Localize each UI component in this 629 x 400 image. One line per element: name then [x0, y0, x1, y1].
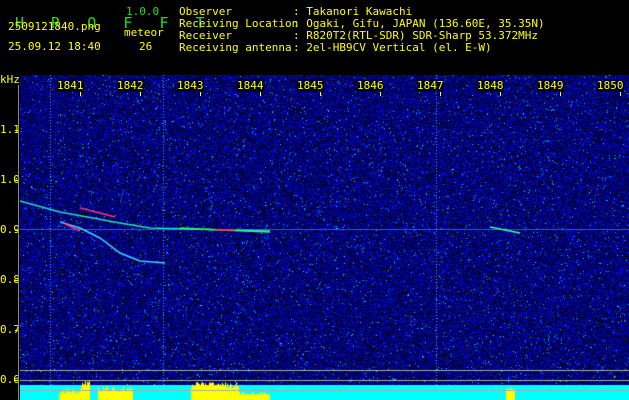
x-tick-mark: [260, 92, 261, 96]
x-tick-label: 1841: [57, 79, 84, 92]
count-label: meteor: [124, 26, 164, 39]
x-tick-mark: [80, 92, 81, 96]
version: 1.0.0: [126, 5, 160, 18]
x-tick-label: 1845: [297, 79, 324, 92]
info-labels: Observer Receiving Location Receiver Receiv…: [179, 6, 298, 54]
x-tick-label: 1850: [597, 79, 624, 92]
info-values: : Takanori Kawachi: Ogaki, Gifu, JAPAN (…: [293, 6, 545, 54]
x-tick-mark: [620, 92, 621, 96]
x-tick-mark: [140, 92, 141, 96]
y-axis-line: [18, 85, 19, 400]
x-tick-mark: [320, 92, 321, 96]
x-tick-label: 1848: [477, 79, 504, 92]
x-tick-label: 1849: [537, 79, 564, 92]
x-tick-label: 1846: [357, 79, 384, 92]
meteor-count: 26: [139, 40, 153, 53]
x-tick-label: 1847: [417, 79, 444, 92]
x-tick-mark: [200, 92, 201, 96]
x-tick-mark: [500, 92, 501, 96]
x-tick-label: 1844: [237, 79, 264, 92]
spectrogram: [20, 75, 629, 400]
x-tick-mark: [440, 92, 441, 96]
value-antenna: : 2el-HB9CV Vertical (el. E-W): [293, 41, 492, 54]
label-antenna: Receiving antenna: [179, 41, 292, 54]
x-tick-mark: [380, 92, 381, 96]
x-tick-label: 1843: [177, 79, 204, 92]
x-tick-mark: [560, 92, 561, 96]
datetime: 25.09.12 18:40: [8, 40, 101, 53]
file-name: 2509121840.png: [8, 20, 101, 33]
x-tick-label: 1842: [117, 79, 144, 92]
y-axis-unit: kHz: [0, 73, 20, 86]
